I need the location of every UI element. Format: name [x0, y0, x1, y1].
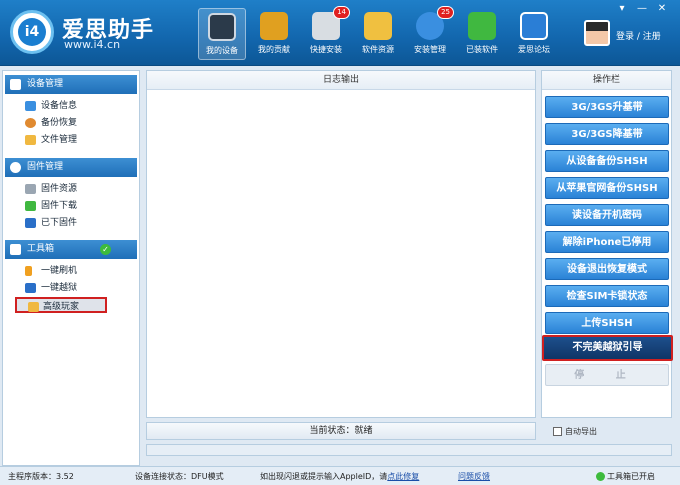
sidebar-item-backup[interactable]: 备份恢复: [25, 115, 77, 131]
sidebar-item-firmware-resources[interactable]: 固件资源: [25, 181, 77, 197]
apps-icon: [364, 12, 392, 40]
logo-mark: i4: [18, 18, 46, 46]
firmware-resource-icon: [25, 184, 36, 194]
device-info-icon: [25, 101, 36, 111]
section-toolbox[interactable]: 工具箱 ✓: [5, 240, 137, 259]
fix-tip: 如出现闪退或提示输入AppleID，请点此修复: [260, 472, 420, 481]
action-panel: 操作栏 3G/3GS升基带 3G/3GS降基带 从设备备份SHSH 从苹果官网备…: [541, 70, 673, 418]
check-icon: [596, 472, 605, 481]
avatar[interactable]: [584, 20, 610, 46]
unlock-disabled-iphone-button[interactable]: 解除iPhone已停用: [545, 231, 669, 253]
download-icon: 25: [416, 6, 454, 40]
section-device-management[interactable]: 设备管理: [5, 75, 137, 94]
connection-status: 设备连接状态：DFU模式: [135, 472, 224, 481]
tools-icon: [10, 244, 21, 255]
nav-installed-apps[interactable]: 已装软件: [458, 8, 506, 60]
progress-bar: [146, 444, 672, 456]
backup-shsh-device-button[interactable]: 从设备备份SHSH: [545, 150, 669, 172]
status-bar: 当前状态：就绪: [146, 422, 536, 440]
action-panel-title: 操作栏: [542, 71, 671, 90]
fix-link[interactable]: 点此修复: [387, 472, 419, 481]
download-arrow-icon: [25, 201, 36, 211]
footer: 主程序版本：3.52 设备连接状态：DFU模式 如出现闪退或提示输入AppleI…: [0, 466, 680, 485]
auto-export-checkbox[interactable]: [553, 427, 562, 436]
log-panel: 日志输出: [146, 70, 536, 418]
exit-recovery-mode-button[interactable]: 设备退出恢复模式: [545, 258, 669, 280]
lightning-icon: [25, 266, 32, 276]
upload-shsh-button[interactable]: 上传SHSH: [545, 312, 669, 334]
install-manager-badge: 25: [437, 6, 454, 19]
nav-my-device[interactable]: 我的设备: [198, 8, 246, 60]
stop-button: 停 止: [545, 364, 669, 386]
monitor-icon: [10, 79, 21, 90]
sidebar: 设备管理 设备信息 备份恢复 文件管理 固件管理 固件资源 固件下载 已下固件 …: [2, 70, 140, 466]
jailbreak-icon: [25, 283, 36, 293]
login-register-link[interactable]: 登录 / 注册: [616, 29, 661, 42]
ios-icon: [25, 218, 36, 228]
check-sim-lock-button[interactable]: 检查SIM卡锁状态: [545, 285, 669, 307]
nav-forum[interactable]: 爱思论坛: [510, 8, 558, 60]
baseband-upgrade-button[interactable]: 3G/3GS升基带: [545, 96, 669, 118]
sidebar-item-one-click-flash[interactable]: 一键刷机: [25, 263, 77, 279]
sidebar-item-downloaded-firmware[interactable]: 已下固件: [25, 215, 77, 231]
logo-icon: i4: [10, 10, 54, 54]
baseband-downgrade-button[interactable]: 3G/3GS降基带: [545, 123, 669, 145]
tethered-jailbreak-boot-button[interactable]: 不完美越狱引导: [542, 335, 673, 361]
sidebar-item-files[interactable]: 文件管理: [25, 132, 77, 148]
sidebar-item-advanced-player[interactable]: 高级玩家: [15, 297, 107, 313]
sidebar-item-firmware-download[interactable]: 固件下载: [25, 198, 77, 214]
version-text: 主程序版本：3.52: [8, 472, 74, 481]
sidebar-item-device-info[interactable]: 设备信息: [25, 98, 77, 114]
quick-install-badge: 14: [333, 6, 350, 19]
forum-icon: [520, 12, 548, 40]
backup-shsh-apple-button[interactable]: 从苹果官网备份SHSH: [545, 177, 669, 199]
check-icon: ✓: [100, 244, 111, 255]
nav-quick-install[interactable]: 14 快捷安装: [302, 6, 350, 60]
folder-icon: [28, 302, 39, 312]
minimize-icon[interactable]: —: [632, 3, 652, 14]
nav-install-manager[interactable]: 25 安装管理: [406, 6, 454, 60]
sidebar-item-one-click-jailbreak[interactable]: 一键越狱: [25, 280, 77, 296]
check-icon: [468, 12, 496, 40]
chart-icon: [260, 12, 288, 40]
folder-icon: [25, 135, 36, 145]
feedback-link[interactable]: 问题反馈: [458, 471, 490, 482]
phone-icon: [208, 13, 236, 41]
app-header: i4 爱思助手 www.i4.cn 我的设备 我的贡献 14 快捷安装 软件资源…: [0, 0, 680, 66]
nav-my-contribution[interactable]: 我的贡献: [250, 8, 298, 60]
section-firmware-management[interactable]: 固件管理: [5, 158, 137, 177]
window-controls: ▾ — ✕: [612, 3, 672, 14]
close-icon[interactable]: ✕: [652, 3, 672, 14]
nav-software[interactable]: 软件资源: [354, 8, 402, 60]
auto-export-option[interactable]: 自动导出: [553, 426, 597, 437]
toolbox-status: 工具箱已开启: [596, 471, 655, 482]
menu-icon[interactable]: ▾: [612, 3, 632, 14]
install-icon: 14: [312, 6, 350, 40]
backup-icon: [25, 118, 36, 128]
firmware-icon: [10, 162, 21, 173]
app-url: www.i4.cn: [64, 38, 121, 51]
read-boot-password-button[interactable]: 读设备开机密码: [545, 204, 669, 226]
log-title: 日志输出: [147, 71, 535, 90]
